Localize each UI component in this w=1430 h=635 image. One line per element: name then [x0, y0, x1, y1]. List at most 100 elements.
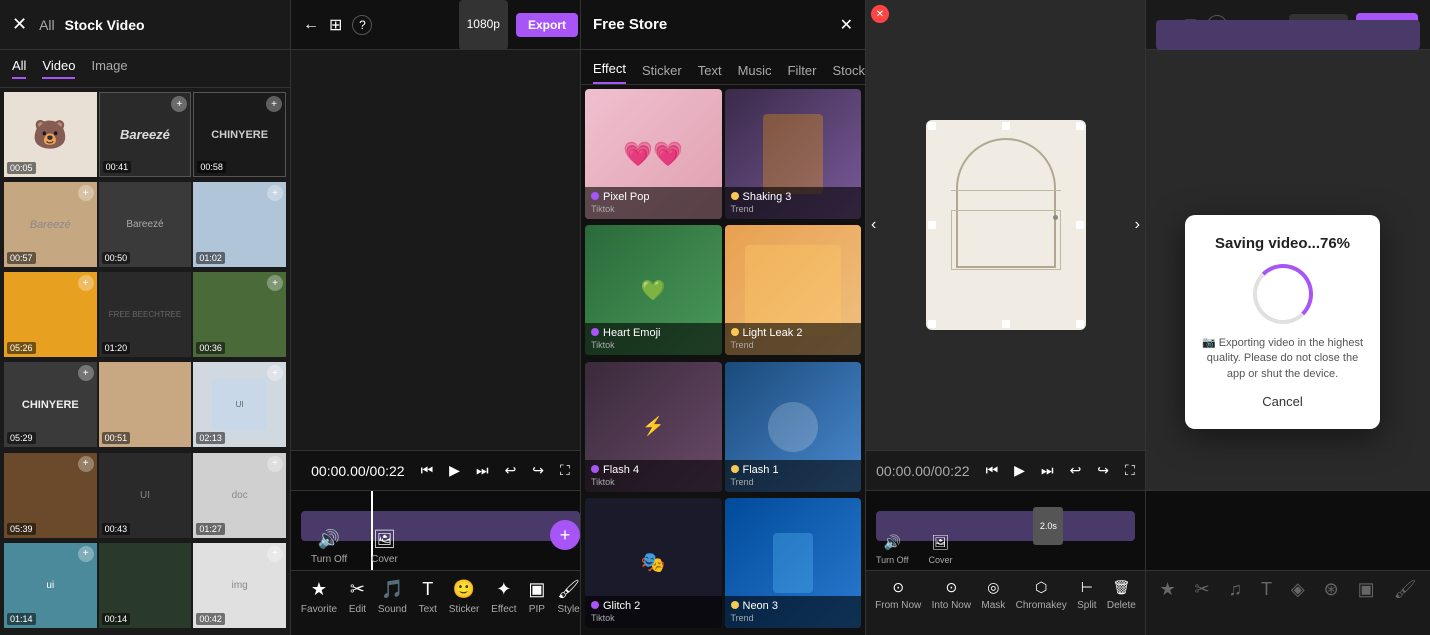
help-button[interactable]: ? — [352, 15, 372, 35]
store-item-8[interactable]: Neon 3Trend — [725, 498, 862, 628]
store-tab-sticker[interactable]: Sticker — [642, 63, 682, 84]
store-item-flash-4[interactable]: ⚡ Flash 4Tiktok — [585, 362, 722, 492]
right-tool-5[interactable]: ◈ — [1291, 579, 1305, 600]
preview-undo-button[interactable]: ↩ — [1070, 462, 1082, 479]
preview-tool-mask[interactable]: ◎ Mask — [981, 579, 1005, 611]
video-thumb-12[interactable]: UI 02:13 + — [193, 362, 286, 447]
video-thumb-13[interactable]: 05:39 + — [4, 453, 97, 538]
add-btn-4[interactable]: + — [78, 185, 94, 201]
tab-video[interactable]: Video — [42, 58, 75, 79]
video-thumb-1[interactable]: 🐻 00:05 — [4, 92, 97, 177]
video-thumb-7[interactable]: 05:26 + — [4, 272, 97, 357]
right-tool-4[interactable]: T — [1261, 579, 1272, 600]
right-tool-6[interactable]: ⊛ — [1324, 579, 1339, 600]
right-tool-2[interactable]: ✂ — [1195, 579, 1210, 600]
tool-effect[interactable]: ✦ Effect — [491, 579, 516, 615]
tool-style[interactable]: 🖌 Style — [557, 579, 580, 615]
preview-play-button[interactable]: ▶ — [1014, 462, 1025, 479]
duration-14: 00:43 — [102, 523, 131, 535]
forward-button[interactable]: ⏭ — [476, 462, 489, 479]
add-btn-16[interactable]: + — [78, 546, 94, 562]
preview-tool-into-now[interactable]: ⊙ Into Now — [932, 579, 971, 611]
add-btn-3[interactable]: + — [266, 96, 282, 112]
preview-cover-control[interactable]: 🖼 Cover — [929, 534, 953, 565]
preview-sound-control[interactable]: 🔊 Turn Off — [876, 534, 909, 565]
resolution-selector[interactable]: 1080p — [459, 0, 508, 50]
video-thumb-10[interactable]: CHINYERE 05:29 + — [4, 362, 97, 447]
video-thumb-9[interactable]: 00:36 + — [193, 272, 286, 357]
tab-image[interactable]: Image — [91, 58, 127, 79]
rewind-button[interactable]: ⏮ — [421, 462, 434, 479]
preview-next-button[interactable]: › — [1135, 216, 1140, 234]
add-btn-13[interactable]: + — [78, 456, 94, 472]
add-btn-18[interactable]: + — [267, 546, 283, 562]
preview-redo-button[interactable]: ↪ — [1097, 462, 1109, 479]
play-button[interactable]: ▶ — [449, 462, 460, 479]
left-close-button[interactable]: ✕ — [12, 14, 27, 35]
mid-controls: 00:00.00/00:22 ⏮ ▶ ⏭ ↩ ↪ ⛶ — [291, 450, 590, 490]
store-tab-effect[interactable]: Effect — [593, 61, 626, 84]
preview-tool-split[interactable]: ⊢ Split — [1077, 579, 1096, 611]
video-thumb-5[interactable]: Bareezé 00:50 — [99, 182, 192, 267]
preview-prev-button[interactable]: ‹ — [871, 216, 876, 234]
video-thumb-16[interactable]: ui 01:14 + — [4, 543, 97, 628]
video-thumb-3[interactable]: CHINYERE 00:58 + — [193, 92, 286, 177]
back-button[interactable]: ← — [303, 16, 319, 34]
preview-forward-button[interactable]: ⏭ — [1041, 462, 1054, 479]
duration-11: 00:51 — [102, 432, 131, 444]
store-item-7[interactable]: 🎭 Glitch 2Tiktok — [585, 498, 722, 628]
video-thumb-11[interactable]: 00:51 — [99, 362, 192, 447]
right-timeline-track[interactable] — [1156, 20, 1420, 50]
tool-text[interactable]: T Text — [419, 579, 437, 615]
store-item-light-leak-2[interactable]: Light Leak 2Trend — [725, 225, 862, 355]
store-close-button[interactable]: ✕ — [840, 15, 853, 35]
right-tool-8[interactable]: 🖌 — [1394, 579, 1417, 600]
video-thumb-8[interactable]: FREE BEECHTREE 01:20 — [99, 272, 192, 357]
duration-15: 01:27 — [196, 523, 225, 535]
video-thumb-2[interactable]: Bareezé 00:41 + — [99, 92, 192, 177]
video-thumb-4[interactable]: Bareezé 00:57 + — [4, 182, 97, 267]
undo-button[interactable]: ↩ — [505, 462, 517, 479]
preview-tool-from-now[interactable]: ⊙ From Now — [875, 579, 921, 611]
store-item-heart-emoji[interactable]: 💚 Heart EmojiTiktok — [585, 225, 722, 355]
tool-pip[interactable]: ▣ PIP — [528, 579, 545, 615]
redo-button[interactable]: ↪ — [532, 462, 544, 479]
preview-close-button[interactable]: ✕ — [871, 5, 889, 23]
preview-tool-delete[interactable]: 🗑 Delete — [1107, 579, 1136, 611]
store-item-shaking-3[interactable]: Shaking 3Trend — [725, 89, 862, 219]
add-clip-button[interactable]: + — [550, 520, 580, 550]
store-tab-text[interactable]: Text — [698, 63, 722, 84]
video-thumb-14[interactable]: UI 00:43 — [99, 453, 192, 538]
cover-control[interactable]: 🖼 Cover — [371, 529, 398, 565]
sound-control[interactable]: 🔊 Turn Off — [311, 529, 347, 565]
tool-sticker[interactable]: 🙂 Sticker — [449, 579, 480, 615]
right-tool-1[interactable]: ★ — [1159, 579, 1175, 600]
video-thumb-6[interactable]: 01:02 + — [193, 182, 286, 267]
tab-all[interactable]: All — [12, 58, 26, 79]
right-tool-7[interactable]: ▣ — [1358, 579, 1375, 600]
store-tab-music[interactable]: Music — [738, 63, 772, 84]
store-item-pixel-pop[interactable]: 💗💗 Pixel PopTiktok — [585, 89, 722, 219]
video-thumb-17[interactable]: 00:14 — [99, 543, 192, 628]
tool-sound[interactable]: 🎵 Sound — [378, 579, 407, 615]
preview-rewind-button[interactable]: ⏮ — [986, 462, 999, 479]
tool-edit[interactable]: ✂ Edit — [349, 579, 366, 615]
store-tabs: Effect Sticker Text Music Filter Stock — [581, 50, 865, 85]
store-item-flash-1[interactable]: Flash 1Trend — [725, 362, 862, 492]
export-button[interactable]: Export — [516, 13, 578, 37]
video-thumb-18[interactable]: img 00:42 + — [193, 543, 286, 628]
add-btn-15[interactable]: + — [267, 456, 283, 472]
store-tab-stock[interactable]: Stock — [832, 63, 865, 84]
clip-marker[interactable]: 2.0s — [1033, 507, 1063, 545]
right-tool-3[interactable]: ♫ — [1229, 579, 1243, 600]
saving-cancel-button[interactable]: Cancel — [1262, 394, 1302, 409]
preview-tool-chromakey[interactable]: ⬡ Chromakey — [1016, 579, 1067, 611]
add-btn-7[interactable]: + — [78, 275, 94, 291]
preview-fullscreen-button[interactable]: ⛶ — [1125, 462, 1135, 479]
store-tab-filter[interactable]: Filter — [788, 63, 817, 84]
tool-favorite[interactable]: ★ Favorite — [301, 579, 337, 615]
video-thumb-15[interactable]: doc 01:27 + — [193, 453, 286, 538]
duration-18: 00:42 — [196, 613, 225, 625]
grid-button[interactable]: ⊞ — [329, 15, 342, 35]
fullscreen-button[interactable]: ⛶ — [560, 462, 570, 479]
